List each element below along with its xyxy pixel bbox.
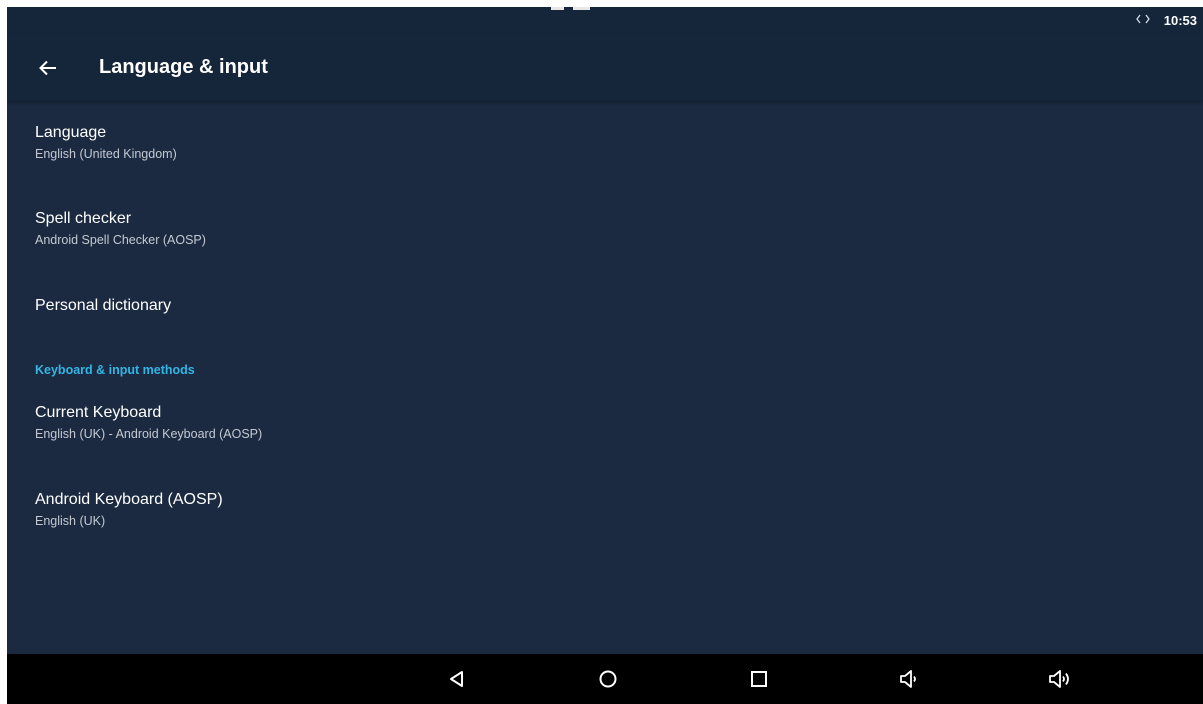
volume-up-icon <box>1048 669 1072 689</box>
pref-current-keyboard[interactable]: Current Keyboard English (UK) - Android … <box>35 403 262 442</box>
home-circle-icon <box>598 669 618 689</box>
pref-title: Current Keyboard <box>35 404 162 421</box>
data-transfer-icon <box>1135 14 1150 27</box>
page-title: Language & input <box>99 56 268 78</box>
pref-title: Android Keyboard (AOSP) <box>35 491 223 508</box>
status-bar: 10:53 <box>7 7 1203 34</box>
pref-title: Spell checker <box>35 210 132 227</box>
android-screen: 10:53 Language & input Language English … <box>7 7 1203 704</box>
pref-summary: English (UK) <box>35 514 106 528</box>
back-button[interactable] <box>31 51 65 85</box>
status-bar-indicator <box>573 7 590 10</box>
pref-language[interactable]: Language English (United Kingdom) <box>35 123 177 162</box>
pref-personal-dictionary[interactable]: Personal dictionary <box>35 296 171 316</box>
nav-home-button[interactable] <box>592 663 624 695</box>
recents-square-icon <box>749 669 769 689</box>
pref-spell-checker[interactable]: Spell checker Android Spell Checker (AOS… <box>35 209 206 248</box>
pref-summary: English (UK) - Android Keyboard (AOSP) <box>35 427 263 441</box>
status-bar-right: 10:53 <box>1135 7 1197 34</box>
nav-volume-down-button[interactable] <box>894 663 926 695</box>
pref-summary: English (United Kingdom) <box>35 147 177 161</box>
pref-summary: Android Spell Checker (AOSP) <box>35 233 206 247</box>
app-bar: Language & input <box>7 34 1203 101</box>
nav-recents-button[interactable] <box>743 663 775 695</box>
back-triangle-icon <box>447 669 467 689</box>
nav-volume-up-button[interactable] <box>1044 663 1076 695</box>
nav-back-button[interactable] <box>441 663 473 695</box>
status-time: 10:53 <box>1163 13 1197 28</box>
navigation-bar <box>7 654 1203 704</box>
pref-android-keyboard[interactable]: Android Keyboard (AOSP) English (UK) <box>35 490 223 529</box>
category-header-keyboard: Keyboard & input methods <box>35 363 195 377</box>
pref-title: Language <box>35 124 107 141</box>
arrow-left-icon <box>39 60 57 76</box>
volume-down-icon <box>899 669 921 689</box>
pref-title: Personal dictionary <box>35 297 172 314</box>
status-bar-indicator <box>551 7 564 10</box>
